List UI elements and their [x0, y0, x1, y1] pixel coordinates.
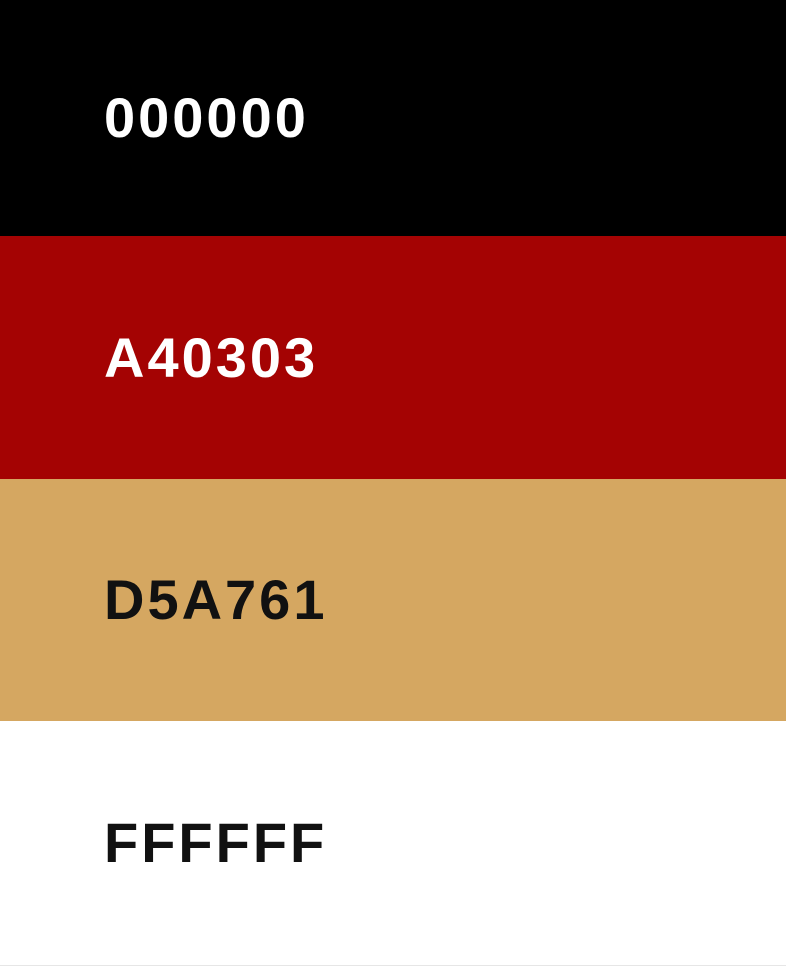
swatch-red: A40303 — [0, 236, 786, 479]
swatch-black: 000000 — [0, 0, 786, 236]
swatch-tan: D5A761 — [0, 479, 786, 721]
color-palette: 000000 A40303 D5A761 FFFFFF — [0, 0, 786, 966]
swatch-hex-label: D5A761 — [104, 568, 328, 631]
swatch-white: FFFFFF — [0, 721, 786, 966]
swatch-hex-label: FFFFFF — [104, 811, 328, 874]
swatch-hex-label: A40303 — [104, 325, 319, 389]
swatch-hex-label: 000000 — [104, 86, 309, 149]
